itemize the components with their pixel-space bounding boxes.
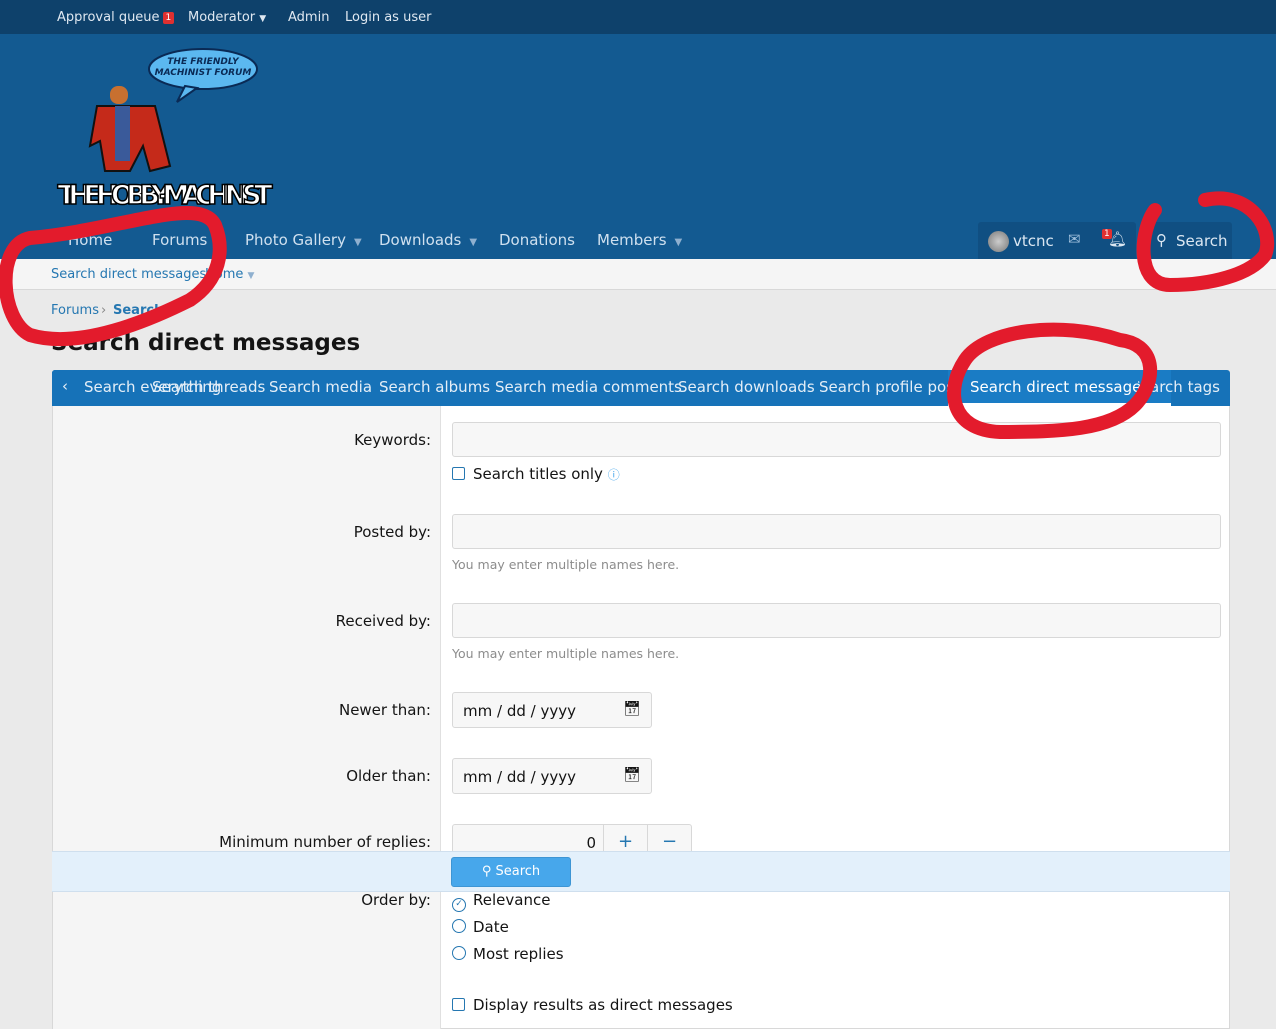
newer-than-date-input[interactable]: mm / dd / yyyy 📅︎ xyxy=(452,692,652,728)
machinist-logo-icon: THE FRIENDLY MACHINIST FORUM THE HOBBY-M… xyxy=(57,48,274,212)
caret-down-icon: ▼ xyxy=(353,237,362,248)
avatar[interactable] xyxy=(988,231,1009,252)
tab-search-threads[interactable]: Search threads xyxy=(152,378,265,396)
caret-down-icon: ▼ xyxy=(469,237,478,248)
newer-than-label: Newer than: xyxy=(338,701,431,719)
tab-search-downloads[interactable]: Search downloads xyxy=(678,378,815,396)
caret-down-icon: ▼ xyxy=(247,271,255,281)
chevron-left-icon[interactable]: ‹ xyxy=(52,370,78,406)
radio-checked-icon: ✓ xyxy=(452,898,466,912)
moderator-menu[interactable]: Moderator ▼ xyxy=(188,10,266,25)
min-replies-label: Minimum number of replies: xyxy=(219,833,431,851)
tab-search-tags[interactable]: Search tags xyxy=(1138,378,1220,396)
keywords-label: Keywords: xyxy=(354,431,431,449)
order-most-replies-radio[interactable]: Most replies xyxy=(452,945,564,963)
keywords-input[interactable] xyxy=(452,422,1221,457)
nav-donations[interactable]: Donations xyxy=(499,231,575,249)
page-title: Search direct messages xyxy=(51,330,361,356)
display-as-messages-checkbox[interactable]: Display results as direct messages xyxy=(452,996,733,1014)
order-relevance-radio[interactable]: ✓ Relevance xyxy=(452,891,550,912)
nav-home[interactable]: Home xyxy=(68,231,112,249)
login-as-user-link[interactable]: Login as user xyxy=(345,10,431,25)
caret-down-icon: ▼ xyxy=(215,237,224,248)
checkbox-icon xyxy=(452,467,465,480)
older-than-label: Older than: xyxy=(346,767,431,785)
search-form: Keywords: Search titles only ⓘ Posted by… xyxy=(52,406,1230,1029)
staff-bar: Approval queue 1 Moderator ▼ Admin Login … xyxy=(0,0,1276,34)
search-icon: ⚲ xyxy=(1156,231,1167,249)
tab-search-media[interactable]: Search media xyxy=(269,378,372,396)
posted-by-hint: You may enter multiple names here. xyxy=(452,557,680,572)
tab-search-profile-posts[interactable]: Search profile posts xyxy=(819,378,968,396)
older-than-date-input[interactable]: mm / dd / yyyy 📅︎ xyxy=(452,758,652,794)
approval-count-badge: 1 xyxy=(162,12,175,24)
tab-search-albums[interactable]: Search albums xyxy=(379,378,490,396)
breadcrumb-forums[interactable]: Forums xyxy=(51,303,99,318)
sub-navigation: Search direct messages Home ▼ xyxy=(0,259,1276,290)
nav-photo-gallery[interactable]: Photo Gallery ▼ xyxy=(245,231,362,249)
received-by-label: Received by: xyxy=(335,612,431,630)
nav-forums[interactable]: Forums ▼ xyxy=(152,231,223,249)
nav-members[interactable]: Members ▼ xyxy=(597,231,682,249)
search-submit-button[interactable]: ⚲ Search xyxy=(451,857,571,887)
subnav-home[interactable]: Home ▼ xyxy=(205,267,254,282)
checkbox-icon xyxy=(452,998,465,1011)
calendar-icon[interactable]: 📅︎ xyxy=(623,701,641,717)
approval-queue-link[interactable]: Approval queue 1 xyxy=(57,10,175,25)
caret-down-icon: ▼ xyxy=(674,237,683,248)
admin-link[interactable]: Admin xyxy=(288,10,329,25)
nav-downloads[interactable]: Downloads ▼ xyxy=(379,231,477,249)
site-logo[interactable]: THE FRIENDLY MACHINIST FORUM THE HOBBY-M… xyxy=(55,46,280,212)
tab-search-media-comments[interactable]: Search media comments xyxy=(495,378,682,396)
search-icon: ⚲ xyxy=(481,864,492,879)
search-tabs: Search everything ‹ Search threads Searc… xyxy=(52,370,1230,406)
user-nav-group: vtcnc ✉ 1 🔔︎ xyxy=(978,222,1136,259)
caret-down-icon: ▼ xyxy=(259,14,267,24)
order-by-label: Order by: xyxy=(361,891,431,909)
form-submit-row: ⚲ Search xyxy=(52,851,1230,892)
svg-text:MACHINIST FORUM: MACHINIST FORUM xyxy=(155,68,252,78)
help-icon[interactable]: ⓘ xyxy=(608,468,620,482)
posted-by-input[interactable] xyxy=(452,514,1221,549)
username-link[interactable]: vtcnc xyxy=(1013,232,1054,250)
radio-icon xyxy=(452,919,466,933)
posted-by-label: Posted by: xyxy=(353,523,431,541)
svg-text:THE FRIENDLY: THE FRIENDLY xyxy=(167,57,240,67)
search-titles-only-checkbox[interactable]: Search titles only ⓘ xyxy=(452,465,620,483)
envelope-icon[interactable]: ✉ xyxy=(1068,230,1081,248)
breadcrumb-search[interactable]: Search xyxy=(113,303,163,318)
received-by-hint: You may enter multiple names here. xyxy=(452,646,680,661)
subnav-search-direct-messages[interactable]: Search direct messages xyxy=(51,267,206,282)
search-nav-button[interactable]: ⚲ Search xyxy=(1146,222,1232,259)
calendar-icon[interactable]: 📅︎ xyxy=(623,767,641,783)
svg-text:THE HOBBY-MACHINIST: THE HOBBY-MACHINIST xyxy=(58,180,274,211)
breadcrumb-separator-icon: › xyxy=(101,303,107,318)
order-date-radio[interactable]: Date xyxy=(452,918,509,936)
radio-icon xyxy=(452,946,466,960)
received-by-input[interactable] xyxy=(452,603,1221,638)
bell-icon[interactable]: 🔔︎ xyxy=(1108,230,1127,248)
